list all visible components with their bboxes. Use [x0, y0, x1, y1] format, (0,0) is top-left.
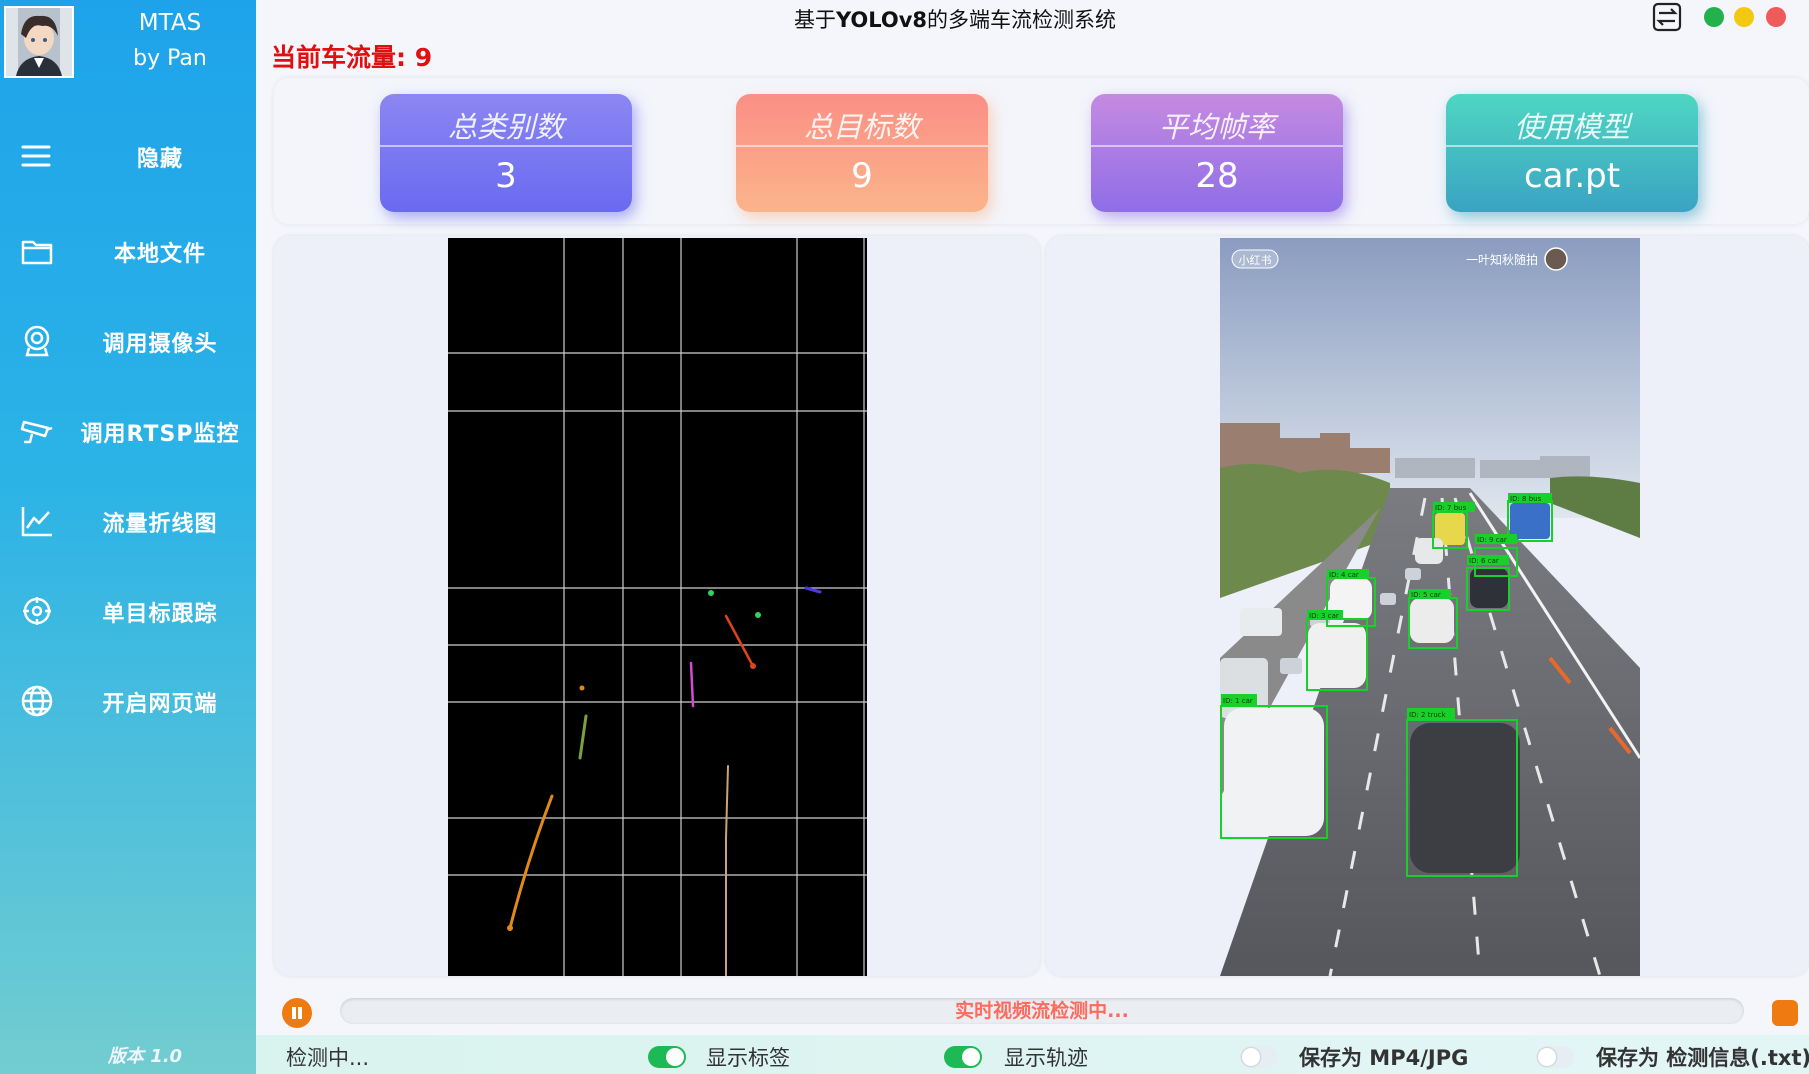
sidebar: MTAS by Pan 隐藏 本地文件 调用摄像头 调用RTSP监控 流量折线图 [0, 0, 256, 1074]
trajectory-canvas [448, 238, 867, 977]
svg-text:ID: 3 car: ID: 3 car [1309, 612, 1339, 620]
show-tracks-label: 显示轨迹 [1004, 1046, 1088, 1070]
avatar [4, 6, 74, 78]
version-label: 版本 1.0 [107, 1046, 183, 1067]
stat-value: 3 [495, 156, 517, 196]
sidebar-item-label: 调用RTSP监控 [80, 422, 240, 447]
app-title: 基于YOLOv8的多端车流检测系统 [793, 8, 1117, 32]
app-author: by Pan [133, 46, 207, 71]
sidebar-item-rtsp[interactable]: 调用RTSP监控 [0, 400, 256, 460]
stat-title: 使用模型 [1513, 110, 1630, 144]
current-flow: 当前车流量: 9 [271, 43, 433, 72]
sidebar-item-single-track[interactable]: 单目标跟踪 [0, 580, 256, 640]
svg-text:ID: 1 car: ID: 1 car [1223, 697, 1253, 705]
settings-icon[interactable] [1652, 2, 1682, 32]
stat-card-targets: 总目标数 9 [736, 94, 988, 212]
watermark-left: 小红书 [1239, 254, 1272, 267]
sidebar-item-flow-chart[interactable]: 流量折线图 [0, 490, 256, 550]
stat-title: 总目标数 [803, 110, 920, 144]
sidebar-item-webcam[interactable]: 调用摄像头 [0, 310, 256, 370]
save-video-label: 保存为 MP4/JPG [1299, 1046, 1469, 1070]
stat-card-model: 使用模型 car.pt [1446, 94, 1698, 212]
sidebar-item-label: 单目标跟踪 [102, 602, 218, 627]
app-name: MTAS [138, 10, 202, 36]
svg-text:ID: 6 car: ID: 6 car [1469, 557, 1499, 565]
stat-value: car.pt [1523, 156, 1621, 196]
show-labels-label: 显示标签 [706, 1046, 790, 1070]
close-button[interactable] [1766, 7, 1786, 27]
target-icon [20, 594, 54, 628]
minimize-button[interactable] [1734, 7, 1754, 27]
sidebar-item-label: 调用摄像头 [102, 332, 218, 357]
detection-video: ID: 1 car ID: 2 truck ID: 3 car ID: 4 ca… [1220, 238, 1640, 976]
svg-text:ID: 9 car: ID: 9 car [1477, 536, 1507, 544]
svg-text:ID: 5 car: ID: 5 car [1411, 591, 1441, 599]
progress-status: 实时视频流检测中... [955, 1000, 1129, 1022]
sidebar-item-hide[interactable]: 隐藏 [0, 125, 256, 185]
sidebar-item-label: 流量折线图 [102, 512, 218, 537]
svg-text:ID: 8 bus: ID: 8 bus [1510, 495, 1542, 503]
stat-title: 平均帧率 [1158, 110, 1275, 144]
save-video-toggle[interactable] [1240, 1046, 1278, 1068]
show-labels-toggle[interactable] [648, 1046, 686, 1068]
status-text: 检测中... [286, 1046, 370, 1070]
globe-icon [20, 684, 54, 718]
watermark-right: 一叶知秋随拍 [1466, 252, 1538, 267]
stat-card-fps: 平均帧率 28 [1091, 94, 1343, 212]
stop-button[interactable] [1772, 1000, 1798, 1026]
sidebar-item-web[interactable]: 开启网页端 [0, 670, 256, 730]
svg-text:ID: 4 car: ID: 4 car [1329, 571, 1359, 579]
line-chart-icon [20, 504, 54, 538]
sidebar-item-label: 开启网页端 [102, 692, 218, 717]
folder-icon [20, 234, 54, 268]
sidebar-item-label: 本地文件 [113, 242, 206, 267]
sidebar-item-local-file[interactable]: 本地文件 [0, 220, 256, 280]
save-txt-label: 保存为 检测信息(.txt) [1596, 1046, 1809, 1070]
svg-text:ID: 7 bus: ID: 7 bus [1435, 504, 1467, 512]
stat-value: 9 [851, 156, 873, 196]
show-tracks-toggle[interactable] [944, 1046, 982, 1068]
stat-value: 28 [1195, 156, 1239, 196]
stat-card-classes: 总类别数 3 [380, 94, 632, 212]
webcam-icon [20, 324, 54, 358]
maximize-button[interactable] [1704, 7, 1724, 27]
save-txt-toggle[interactable] [1536, 1046, 1574, 1068]
progress-bar: 实时视频流检测中... [340, 998, 1744, 1024]
cctv-icon [20, 414, 54, 448]
pause-button[interactable] [282, 998, 312, 1028]
menu-icon [20, 139, 54, 173]
stat-title: 总类别数 [447, 110, 564, 144]
sidebar-item-label: 隐藏 [136, 147, 183, 172]
svg-text:ID: 2 truck: ID: 2 truck [1409, 711, 1447, 719]
